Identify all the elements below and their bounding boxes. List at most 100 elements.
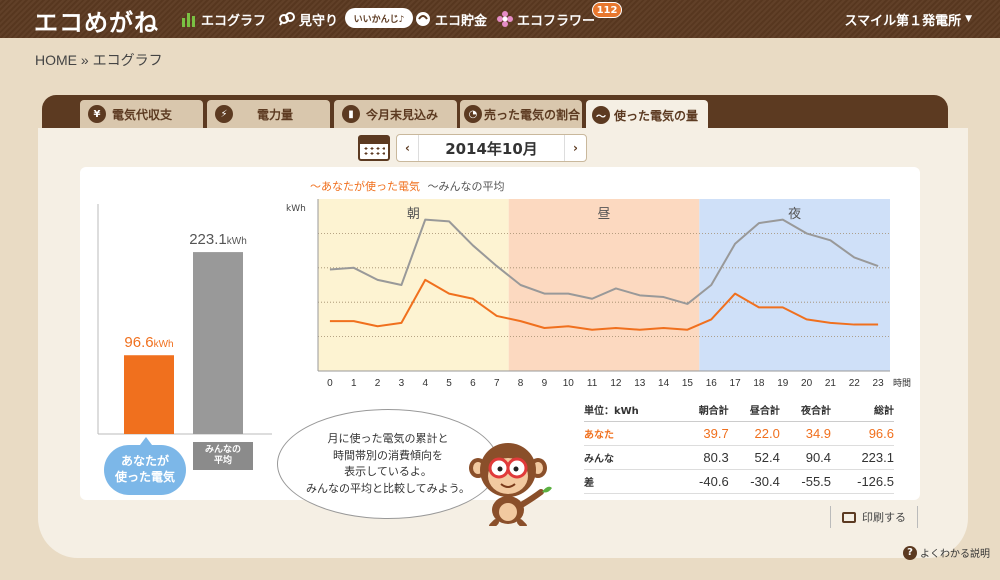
table-cell: 96.6 — [831, 421, 894, 446]
badge-line: みんなの — [204, 445, 241, 456]
x-tick-label: 20 — [801, 378, 813, 389]
summary-table: 単位：kWh 朝合計 昼合計 夜合計 総計 あなた 39.7 22.0 34.9… — [584, 399, 894, 494]
x-tick-label: 14 — [658, 378, 670, 389]
mascot-speech-bubble: 月に使った電気の累計と 時間帯別の消費傾向を 表示しているよ。 みんなの平均と比… — [277, 409, 499, 519]
x-tick-label: 12 — [610, 378, 622, 389]
table-cell: 34.9 — [779, 421, 832, 446]
x-tick-label: 5 — [446, 378, 452, 389]
table-row: 差 -40.6 -30.4 -55.5 -126.5 — [584, 469, 894, 494]
nav-eco-graph[interactable]: エコグラフ — [180, 0, 266, 38]
table-cell: 22.0 — [728, 421, 780, 446]
table-row: みんな 80.3 52.4 90.4 223.1 — [584, 445, 894, 470]
month-label: 2014年10月 — [445, 139, 538, 158]
yen-icon: ¥ — [88, 105, 106, 123]
x-tick-label: 13 — [634, 378, 646, 389]
table-cell: 90.4 — [779, 445, 832, 470]
print-label: 印刷する — [862, 511, 906, 524]
x-tick-label: 23 — [873, 378, 885, 389]
speech-line: みんなの平均と比較してみよう。 — [305, 481, 470, 495]
tab-label: 売った電気の割合 — [484, 107, 581, 122]
column-header: 単位：kWh — [584, 399, 678, 422]
bar-unit-label: kWh — [227, 236, 247, 247]
plant-selector[interactable]: スマイル第１発電所 ▼ — [844, 0, 972, 38]
total-bar-chart: 96.6kWh 223.1kWh — [97, 204, 272, 435]
nav-eco-savings[interactable]: エコ貯金 — [414, 0, 487, 38]
table-header-row: 単位：kWh 朝合計 昼合計 夜合計 総計 — [584, 399, 894, 422]
x-tick-label: 1 — [351, 378, 357, 389]
x-tick-label: 9 — [542, 378, 548, 389]
x-tick-label: 4 — [422, 378, 428, 389]
row-label: 差 — [584, 469, 678, 494]
tab-power-amount[interactable]: ⚡ 電力量 — [207, 100, 330, 128]
month-navigator: ‹ 2014年10月 › — [396, 134, 587, 162]
chevron-down-icon: ▼ — [965, 14, 972, 24]
badge-line: 平均 — [213, 456, 232, 466]
next-month-button[interactable]: › — [564, 135, 586, 161]
bars-icon: ▮ — [342, 105, 360, 123]
table-row: あなた 39.7 22.0 34.9 96.6 — [584, 421, 894, 446]
lightning-icon: ⚡ — [215, 105, 233, 123]
tab-month-end-forecast[interactable]: ▮ 今月末見込み — [334, 100, 457, 128]
x-tick-label: 19 — [777, 378, 789, 389]
legend-average: 〜みんなの平均 — [427, 180, 505, 193]
top-header: エコめがね エコグラフ 見守り いいかんじ♪ エコ貯金 エコフラワー 112 ス… — [0, 0, 1000, 38]
speech-line: 時間帯別の消費傾向を — [332, 448, 443, 462]
nav-watch[interactable]: 見守り — [278, 0, 338, 38]
table-cell: -30.4 — [728, 469, 780, 494]
average-badge: みんなの 平均 — [193, 442, 253, 470]
chart-legend: 〜あなたが使った電気 〜みんなの平均 — [310, 178, 505, 194]
tab-sold-ratio[interactable]: ◔ 売った電気の割合 — [460, 100, 582, 128]
badge-line: 使った電気 — [114, 470, 175, 484]
bar-unit-label: kWh — [154, 339, 174, 350]
wave-icon: 〜 — [592, 106, 610, 124]
nav-label: エコフラワー — [517, 13, 596, 29]
print-button[interactable]: 印刷する — [830, 506, 918, 528]
x-tick-label: 11 — [587, 378, 598, 389]
calendar-icon[interactable] — [358, 135, 390, 161]
help-link[interactable]: ? よくわかる説明 — [903, 545, 990, 560]
band-label: 朝 — [407, 207, 420, 222]
tab-label: 電力量 — [257, 107, 294, 122]
speech-line: 表示しているよ。 — [344, 465, 432, 478]
plant-name: スマイル第１発電所 — [844, 13, 962, 29]
you-badge: あなたが 使った電気 — [104, 437, 186, 495]
x-tick-label: 0 — [327, 378, 333, 389]
nav-eco-flower[interactable]: エコフラワー — [496, 0, 595, 38]
binoculars-icon — [279, 12, 295, 26]
column-header: 朝合計 — [677, 399, 729, 422]
x-tick-label: 3 — [399, 378, 405, 389]
row-label: あなた — [584, 421, 678, 446]
table-cell: -55.5 — [779, 469, 832, 494]
help-label: よくわかる説明 — [920, 549, 990, 560]
row-label: みんな — [584, 445, 678, 470]
legend-you: 〜あなたが使った電気 — [310, 180, 420, 193]
x-tick-label: 7 — [494, 378, 500, 389]
tab-label: 電気代収支 — [112, 107, 173, 122]
band-label: 昼 — [597, 207, 610, 222]
x-tick-label: 15 — [682, 378, 694, 389]
time-band — [699, 199, 890, 371]
bar-chart-icon — [182, 13, 195, 27]
breadcrumb[interactable]: HOME » エコグラフ — [35, 50, 163, 70]
nav-label: エコグラフ — [201, 13, 267, 29]
flower-icon — [497, 11, 513, 27]
table-cell: 80.3 — [677, 445, 729, 470]
x-tick-label: 2 — [375, 378, 381, 389]
time-band — [318, 199, 509, 371]
tab-electricity-balance[interactable]: ¥ 電気代収支 — [80, 100, 203, 128]
nav-label: 見守り — [299, 13, 339, 29]
tab-label: 使った電気の量 — [614, 108, 699, 123]
x-tick-label: 18 — [753, 378, 765, 389]
x-tick-label: 10 — [563, 378, 575, 389]
x-tick-label: 6 — [470, 378, 476, 389]
x-tick-label: 8 — [518, 378, 524, 389]
column-header: 昼合計 — [728, 399, 780, 422]
app-logo[interactable]: エコめがね — [34, 3, 159, 38]
coin-icon — [416, 12, 430, 26]
x-tick-label: 17 — [730, 378, 742, 389]
tab-used-amount[interactable]: 〜 使った電気の量 — [586, 100, 708, 130]
prev-month-button[interactable]: ‹ — [397, 135, 419, 161]
time-band — [508, 199, 700, 371]
bar-value-label: 223.1kWh — [189, 231, 247, 248]
printer-icon — [842, 511, 856, 523]
